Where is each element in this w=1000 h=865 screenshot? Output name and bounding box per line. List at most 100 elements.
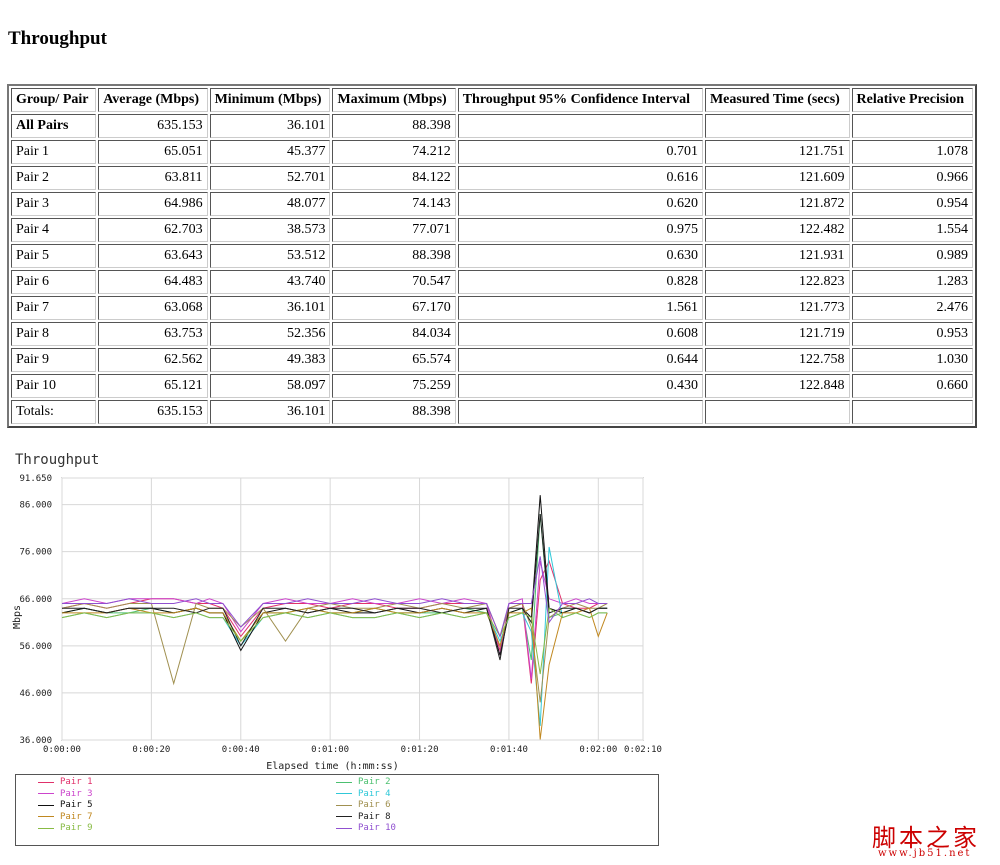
legend-swatch xyxy=(38,827,54,829)
table-cell: 0.608 xyxy=(457,322,703,346)
x-tick-label: 0:01:20 xyxy=(401,745,439,755)
legend-swatch xyxy=(336,793,352,794)
chart-legend: Pair 1 Pair 3 Pair 5 Pair 7 Pair 9 Pair 2 Pair… xyxy=(15,774,659,846)
table-cell: 65.051 xyxy=(98,140,208,164)
legend-item: Pair 6 xyxy=(336,800,391,810)
table-cell: 121.751 xyxy=(704,140,850,164)
y-tick-label: 76.000 xyxy=(19,548,52,558)
x-tick-label: 0:01:40 xyxy=(490,745,528,755)
legend-label: Pair 4 xyxy=(358,788,391,799)
legend-label: Pair 10 xyxy=(358,823,396,833)
table-cell: 122.758 xyxy=(704,348,850,372)
legend-swatch xyxy=(336,816,352,817)
x-tick-label: 0:00:20 xyxy=(132,745,170,755)
table-header-row: Group/ Pair Average (Mbps) Minimum (Mbps) M… xyxy=(11,88,973,112)
table-cell xyxy=(851,400,973,424)
table-cell: 65.574 xyxy=(332,348,456,372)
table-row: All Pairs 635.153 36.101 88.398 xyxy=(11,114,973,138)
table-cell: 84.122 xyxy=(332,166,456,190)
row-label: All Pairs xyxy=(11,114,97,138)
table-cell: 0.660 xyxy=(851,374,973,398)
table-cell: 88.398 xyxy=(332,244,456,268)
table-cell: 63.753 xyxy=(98,322,208,346)
table-cell: 0.620 xyxy=(457,192,703,216)
legend-label: Pair 6 xyxy=(358,800,391,810)
legend-label: Pair 3 xyxy=(60,788,93,799)
table-cell: 121.719 xyxy=(704,322,850,346)
table-cell: 63.643 xyxy=(98,244,208,268)
legend-item: Pair 10 xyxy=(336,823,396,833)
page-title: Throughput xyxy=(8,28,107,49)
table-cell: 635.153 xyxy=(98,114,208,138)
row-label: Totals: xyxy=(11,400,97,424)
x-tick-label: 0:01:00 xyxy=(311,745,349,755)
table-row: Pair 9 62.562 49.383 65.574 0.644 122.758 1.03… xyxy=(11,348,973,372)
table-row: Pair 10 65.121 58.097 75.259 0.430 122.848 0.6… xyxy=(11,374,973,398)
table-cell: 122.482 xyxy=(704,218,850,242)
table-cell: 88.398 xyxy=(332,400,456,424)
table-cell: 0.630 xyxy=(457,244,703,268)
table-cell: 0.616 xyxy=(457,166,703,190)
table-cell: 0.430 xyxy=(457,374,703,398)
row-label: Pair 6 xyxy=(11,270,97,294)
throughput-line-chart: 0:00:00 0:00:20 0:00:40 0:01:00 0:01:20 0:01:… xyxy=(12,474,662,772)
legend-item: Pair 5 xyxy=(38,800,93,810)
column-header: Maximum (Mbps) xyxy=(332,88,456,112)
table-cell: 63.068 xyxy=(98,296,208,320)
table-cell: 48.077 xyxy=(209,192,331,216)
x-tick-label: 0:02:00 xyxy=(579,745,617,755)
table-cell: 75.259 xyxy=(332,374,456,398)
table-cell: 88.398 xyxy=(332,114,456,138)
table-cell: 65.121 xyxy=(98,374,208,398)
table-row: Pair 8 63.753 52.356 84.034 0.608 121.719 0.95… xyxy=(11,322,973,346)
table-cell: 64.986 xyxy=(98,192,208,216)
legend-swatch xyxy=(38,816,54,817)
table-cell: 53.512 xyxy=(209,244,331,268)
table-cell xyxy=(457,400,703,424)
table-cell: 84.034 xyxy=(332,322,456,346)
column-header: Minimum (Mbps) xyxy=(209,88,331,112)
table-row: Pair 7 63.068 36.101 67.170 1.561 121.773 2.47… xyxy=(11,296,973,320)
watermark: 脚本之家 www.jb51.net xyxy=(872,818,980,859)
table-row: Pair 2 63.811 52.701 84.122 0.616 121.609 0.96… xyxy=(11,166,973,190)
table-cell: 43.740 xyxy=(209,270,331,294)
table-row: Pair 3 64.986 48.077 74.143 0.620 121.872 0.95… xyxy=(11,192,973,216)
table-cell: 49.383 xyxy=(209,348,331,372)
table-cell: 77.071 xyxy=(332,218,456,242)
y-tick-label: 86.000 xyxy=(19,501,52,511)
table-cell: 0.828 xyxy=(457,270,703,294)
legend-item: Pair 2 xyxy=(336,777,391,787)
legend-swatch xyxy=(336,781,352,783)
table-cell: 2.476 xyxy=(851,296,973,320)
row-label: Pair 3 xyxy=(11,192,97,216)
table-cell: 121.773 xyxy=(704,296,850,320)
watermark-url: www.jb51.net xyxy=(878,848,972,859)
row-label: Pair 1 xyxy=(11,140,97,164)
legend-item: Pair 4 xyxy=(336,789,391,799)
legend-item: Pair 3 xyxy=(38,789,93,799)
table-row: Pair 5 63.643 53.512 88.398 0.630 121.931 0.98… xyxy=(11,244,973,268)
x-tick-label: 0:02:10 xyxy=(624,745,662,755)
y-tick-label: 36.000 xyxy=(19,736,52,746)
legend-swatch xyxy=(336,804,352,806)
legend-swatch xyxy=(38,804,54,806)
column-header: Throughput 95% Confidence Interval xyxy=(457,88,703,112)
table-cell: 62.562 xyxy=(98,348,208,372)
table-cell: 70.547 xyxy=(332,270,456,294)
row-label: Pair 8 xyxy=(11,322,97,346)
y-axis-label: Mbps xyxy=(12,605,23,629)
table-cell: 36.101 xyxy=(209,400,331,424)
table-cell: 0.701 xyxy=(457,140,703,164)
table-cell xyxy=(851,114,973,138)
y-tick-label: 66.000 xyxy=(19,595,52,605)
table-cell: 52.701 xyxy=(209,166,331,190)
table-cell: 121.872 xyxy=(704,192,850,216)
table-cell: 74.143 xyxy=(332,192,456,216)
column-header: Relative Precision xyxy=(851,88,973,112)
table-cell: 63.811 xyxy=(98,166,208,190)
row-label: Pair 9 xyxy=(11,348,97,372)
table-cell: 62.703 xyxy=(98,218,208,242)
table-cell: 1.561 xyxy=(457,296,703,320)
table-cell: 0.989 xyxy=(851,244,973,268)
legend-swatch xyxy=(38,781,54,783)
